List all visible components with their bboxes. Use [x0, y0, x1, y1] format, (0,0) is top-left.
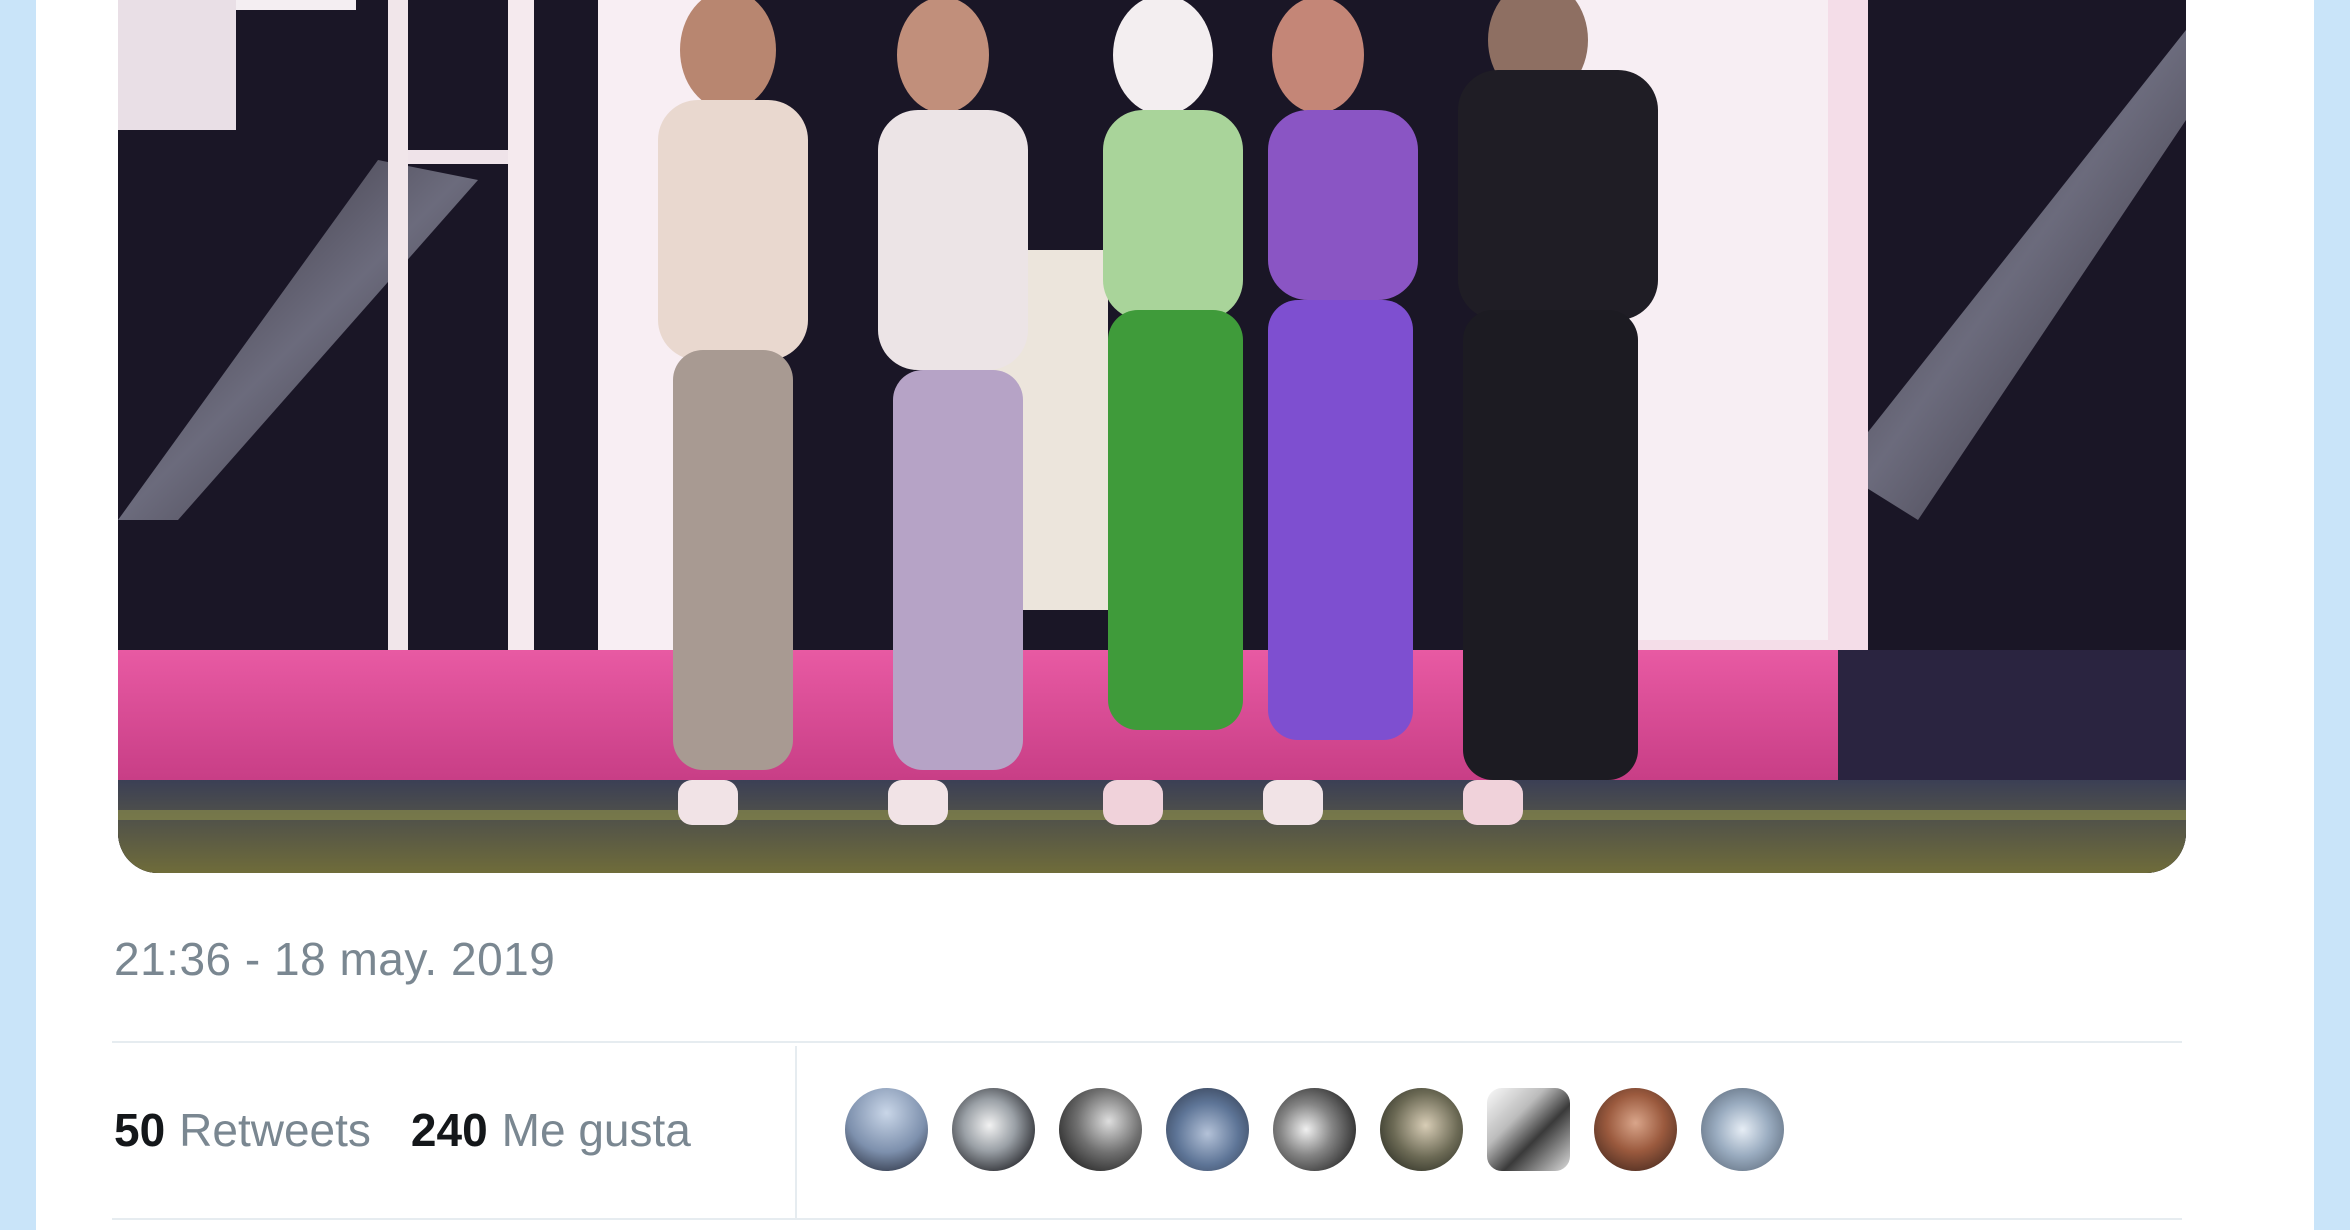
retweets-stat[interactable]: 50 Retweets: [114, 1103, 371, 1157]
stats-separator: [795, 1046, 797, 1218]
divider-bottom: [112, 1218, 2182, 1220]
avatar[interactable]: [1698, 1085, 1787, 1174]
avatar[interactable]: [1377, 1085, 1466, 1174]
avatar[interactable]: [949, 1085, 1038, 1174]
likes-label: Me gusta: [501, 1104, 691, 1156]
avatar[interactable]: [1484, 1085, 1573, 1174]
tweet-timestamp[interactable]: 21:36 - 18 may. 2019: [114, 932, 555, 986]
avatar[interactable]: [1056, 1085, 1145, 1174]
avatar[interactable]: [1591, 1085, 1680, 1174]
likes-stat[interactable]: 240 Me gusta: [411, 1103, 691, 1157]
retweets-label: Retweets: [179, 1104, 371, 1156]
tweet-stats: 50 Retweets 240 Me gusta: [114, 1098, 691, 1162]
retweets-count: 50: [114, 1104, 166, 1156]
tweet-media-photo[interactable]: [118, 0, 2186, 873]
page-background-left: [0, 0, 36, 1230]
likes-count: 240: [410, 1104, 488, 1156]
divider-top: [112, 1041, 2182, 1043]
avatar[interactable]: [842, 1085, 931, 1174]
liker-avatars: [842, 1085, 1787, 1174]
stage-photo: [118, 0, 2186, 873]
avatar[interactable]: [1270, 1085, 1359, 1174]
avatar[interactable]: [1163, 1085, 1252, 1174]
page-background-right: [2314, 0, 2350, 1230]
